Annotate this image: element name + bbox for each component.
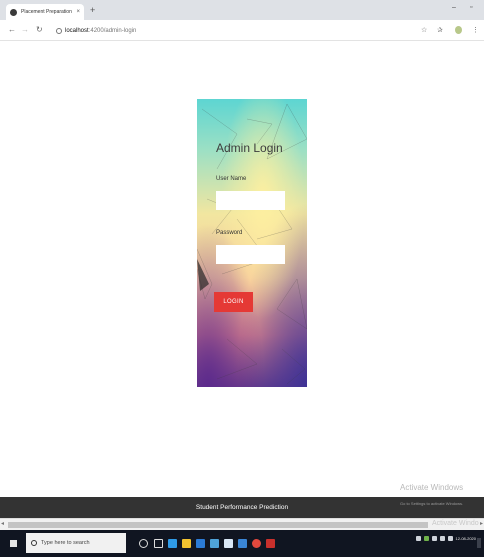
notification-icon[interactable] — [477, 538, 481, 548]
horizontal-scrollbar[interactable]: ◂ ▸ — [0, 518, 484, 530]
tray-chevron-icon[interactable] — [415, 536, 421, 541]
forward-arrow-icon[interactable]: → — [21, 25, 29, 34]
address-bar[interactable]: localhost :4200/admin-login — [56, 24, 406, 37]
activate-windows-subtitle: Go to Settings to activate Windows. — [400, 501, 464, 506]
chrome-icon[interactable] — [252, 539, 261, 548]
battery-icon[interactable] — [431, 536, 437, 541]
tab-close-icon[interactable]: × — [76, 9, 80, 15]
username-label: User Name — [216, 176, 247, 182]
minimize-icon[interactable]: – — [452, 4, 456, 11]
back-arrow-icon[interactable]: ← — [8, 25, 16, 34]
app-red-icon[interactable] — [266, 539, 275, 548]
url-host: localhost — [65, 27, 89, 34]
search-icon — [31, 540, 37, 546]
system-tray: 12-08-2020 — [415, 536, 476, 541]
bookmark-star-icon[interactable]: ☆ — [421, 26, 427, 34]
vscode-icon[interactable] — [238, 539, 247, 548]
refresh-icon[interactable]: ↻ — [36, 25, 43, 34]
new-tab-button[interactable]: + — [90, 5, 95, 15]
password-input[interactable] — [216, 245, 285, 264]
url-path: :4200/admin-login — [88, 27, 137, 34]
login-title: Admin Login — [216, 141, 283, 155]
admin-login-card: Admin Login User Name Password LOGIN — [197, 99, 307, 387]
password-label: Password — [216, 230, 243, 236]
scrollbar-thumb[interactable] — [8, 522, 428, 528]
activate-windows-watermark-repeat: Activate Windo — [432, 520, 479, 527]
mail-icon[interactable] — [210, 539, 219, 548]
windows-taskbar: Type here to search 12-08-2020 — [0, 530, 484, 557]
scroll-right-icon[interactable]: ▸ — [480, 520, 483, 527]
file-explorer-icon[interactable] — [182, 539, 191, 548]
browser-tab[interactable]: Placement Preparation × — [6, 4, 84, 20]
store-icon[interactable] — [196, 539, 205, 548]
scroll-left-icon[interactable]: ◂ — [1, 520, 4, 527]
login-button[interactable]: LOGIN — [214, 292, 253, 312]
network-icon[interactable] — [439, 536, 445, 541]
profile-avatar-icon[interactable] — [455, 26, 462, 34]
edge-browser-icon[interactable] — [168, 539, 177, 548]
taskbar-date[interactable]: 12-08-2020 — [456, 536, 476, 541]
volume-icon[interactable] — [447, 536, 453, 541]
site-info-icon[interactable] — [56, 27, 62, 34]
task-view-icon[interactable] — [154, 539, 163, 548]
windows-start-icon[interactable] — [10, 540, 17, 547]
username-input[interactable] — [216, 191, 285, 210]
maximize-icon[interactable]: ▫ — [470, 4, 472, 11]
tab-title: Placement Preparation — [21, 9, 72, 15]
footer-text: Student Performance Prediction — [195, 504, 289, 511]
favorites-icon[interactable]: ✰ — [437, 26, 443, 34]
tray-app-icon[interactable] — [423, 536, 429, 541]
taskbar-search-placeholder: Type here to search — [41, 540, 90, 546]
taskbar-search-box[interactable]: Type here to search — [26, 533, 126, 553]
cortana-icon[interactable] — [139, 539, 148, 548]
browser-tab-strip: Placement Preparation × + – ▫ — [0, 0, 484, 20]
browser-toolbar: ← → ↻ localhost :4200/admin-login ☆ ✰ ⋮ — [0, 20, 484, 41]
app-icon[interactable] — [224, 539, 233, 548]
activate-windows-title: Activate Windows — [400, 483, 464, 492]
menu-dots-icon[interactable]: ⋮ — [472, 26, 479, 34]
tab-favicon-icon — [10, 8, 17, 16]
